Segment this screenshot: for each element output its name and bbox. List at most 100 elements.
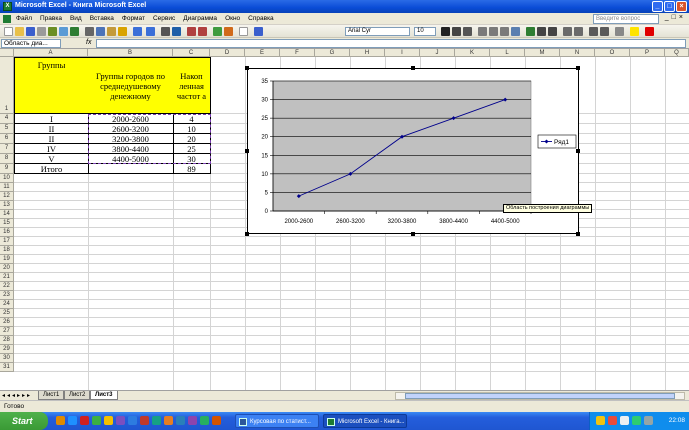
column-header[interactable]: B <box>88 49 173 57</box>
quicklaunch-icon[interactable] <box>212 416 221 425</box>
column-header[interactable]: O <box>595 49 630 57</box>
percent-icon[interactable] <box>537 27 546 36</box>
resize-handle[interactable] <box>576 66 580 70</box>
column-header[interactable]: N <box>560 49 595 57</box>
currency-icon[interactable] <box>526 27 535 36</box>
tray-icon[interactable] <box>596 416 605 425</box>
font-color-icon[interactable] <box>645 27 654 36</box>
row-header[interactable]: 30 <box>0 354 14 363</box>
name-box[interactable]: Область диа... <box>1 39 61 48</box>
format-painter-icon[interactable] <box>118 27 127 36</box>
row-header[interactable]: 14 <box>0 210 14 219</box>
cell-total-value[interactable]: 89 <box>173 164 211 174</box>
row-header[interactable]: 22 <box>0 282 14 291</box>
resize-handle[interactable] <box>245 149 249 153</box>
cell-total-empty[interactable] <box>88 164 174 174</box>
column-header[interactable]: Q <box>665 49 689 57</box>
row-header[interactable]: 6 <box>0 134 14 144</box>
row-header[interactable]: 27 <box>0 327 14 336</box>
resize-handle[interactable] <box>411 232 415 236</box>
print-icon[interactable] <box>48 27 57 36</box>
fx-icon[interactable]: fx <box>86 39 91 46</box>
sheet-tab-2[interactable]: Лист2 <box>64 391 91 400</box>
autosum-icon[interactable] <box>172 27 181 36</box>
sort-ascending-icon[interactable] <box>187 27 196 36</box>
document-controls[interactable]: _□× <box>665 14 686 21</box>
column-header[interactable]: I <box>385 49 420 57</box>
row-header[interactable]: 26 <box>0 318 14 327</box>
tray-icon[interactable] <box>644 416 653 425</box>
italic-icon[interactable] <box>452 27 461 36</box>
quicklaunch-icon[interactable] <box>92 416 101 425</box>
merge-center-icon[interactable] <box>511 27 520 36</box>
align-center-icon[interactable] <box>489 27 498 36</box>
menu-edit[interactable]: Правка <box>40 15 62 22</box>
quicklaunch-icon[interactable] <box>176 416 185 425</box>
menu-file[interactable]: Файл <box>16 15 32 22</box>
row-header[interactable]: 20 <box>0 264 14 273</box>
save-icon[interactable] <box>26 27 35 36</box>
minimize-button[interactable]: _ <box>652 1 663 12</box>
underline-icon[interactable] <box>463 27 472 36</box>
sheet-tab-3[interactable]: Лист3 <box>90 391 118 400</box>
cell-group[interactable]: V <box>14 154 89 164</box>
header-cumulative-frequency[interactable]: Накоп ленная частот а <box>173 57 211 114</box>
maximize-button[interactable]: □ <box>664 1 675 12</box>
bold-icon[interactable] <box>441 27 450 36</box>
taskbar-item-excel[interactable]: Microsoft Excel - Книга... <box>323 414 407 428</box>
row-header[interactable]: 4 <box>0 114 14 124</box>
row-header[interactable]: 18 <box>0 246 14 255</box>
decrease-decimal-icon[interactable] <box>574 27 583 36</box>
quicklaunch-icon[interactable] <box>152 416 161 425</box>
menu-help[interactable]: Справка <box>248 15 274 22</box>
font-name-select[interactable]: Arial Cyr <box>345 27 410 36</box>
taskbar-item-word[interactable]: Курсовая по статист... <box>235 414 319 428</box>
quicklaunch-icon[interactable] <box>128 416 137 425</box>
row-header[interactable]: 31 <box>0 363 14 372</box>
row-header[interactable]: 16 <box>0 228 14 237</box>
align-left-icon[interactable] <box>478 27 487 36</box>
cell-group[interactable]: II <box>14 124 89 134</box>
row-header[interactable]: 21 <box>0 273 14 282</box>
drawing-icon[interactable] <box>224 27 233 36</box>
column-header[interactable]: H <box>350 49 385 57</box>
cut-icon[interactable] <box>85 27 94 36</box>
fill-color-icon[interactable] <box>630 27 639 36</box>
row-header[interactable]: 28 <box>0 336 14 345</box>
increase-indent-icon[interactable] <box>600 27 609 36</box>
column-header[interactable]: P <box>630 49 665 57</box>
header-groups[interactable]: Группы <box>14 57 89 114</box>
align-right-icon[interactable] <box>500 27 509 36</box>
chart-wizard-icon[interactable] <box>213 27 222 36</box>
row-header[interactable]: 15 <box>0 219 14 228</box>
row-header[interactable]: 8 <box>0 154 14 164</box>
menu-chart[interactable]: Диаграмма <box>183 15 217 22</box>
scrollbar-thumb[interactable] <box>405 393 675 399</box>
menu-window[interactable]: Окно <box>225 15 240 22</box>
resize-handle[interactable] <box>576 149 580 153</box>
column-header[interactable]: L <box>490 49 525 57</box>
horizontal-scrollbar[interactable] <box>395 392 685 400</box>
help-search-input[interactable]: Введите вопрос <box>593 14 659 24</box>
menu-view[interactable]: Вид <box>70 15 82 22</box>
row-header[interactable]: 13 <box>0 201 14 210</box>
row-header[interactable]: 29 <box>0 345 14 354</box>
row-header[interactable]: 12 <box>0 192 14 201</box>
row-header[interactable]: 17 <box>0 237 14 246</box>
column-header[interactable]: D <box>210 49 245 57</box>
tray-icon[interactable] <box>608 416 617 425</box>
worksheet-grid[interactable]: A B C D E F G H I J K L M N O P Q 1 4 5 … <box>0 49 689 390</box>
tab-nav-arrows[interactable]: ◂◂◂▸▸▸ <box>2 392 32 399</box>
select-all-corner[interactable] <box>0 49 14 57</box>
comma-style-icon[interactable] <box>548 27 557 36</box>
help-icon[interactable] <box>254 27 263 36</box>
row-header[interactable]: 10 <box>0 174 14 183</box>
menu-format[interactable]: Формат <box>122 15 145 22</box>
font-size-select[interactable]: 10 <box>414 27 436 36</box>
quicklaunch-icon[interactable] <box>104 416 113 425</box>
sheet-tab-1[interactable]: Лист1 <box>38 391 65 400</box>
resize-handle[interactable] <box>245 232 249 236</box>
borders-icon[interactable] <box>615 27 624 36</box>
print-preview-icon[interactable] <box>59 27 68 36</box>
column-header[interactable]: J <box>420 49 455 57</box>
